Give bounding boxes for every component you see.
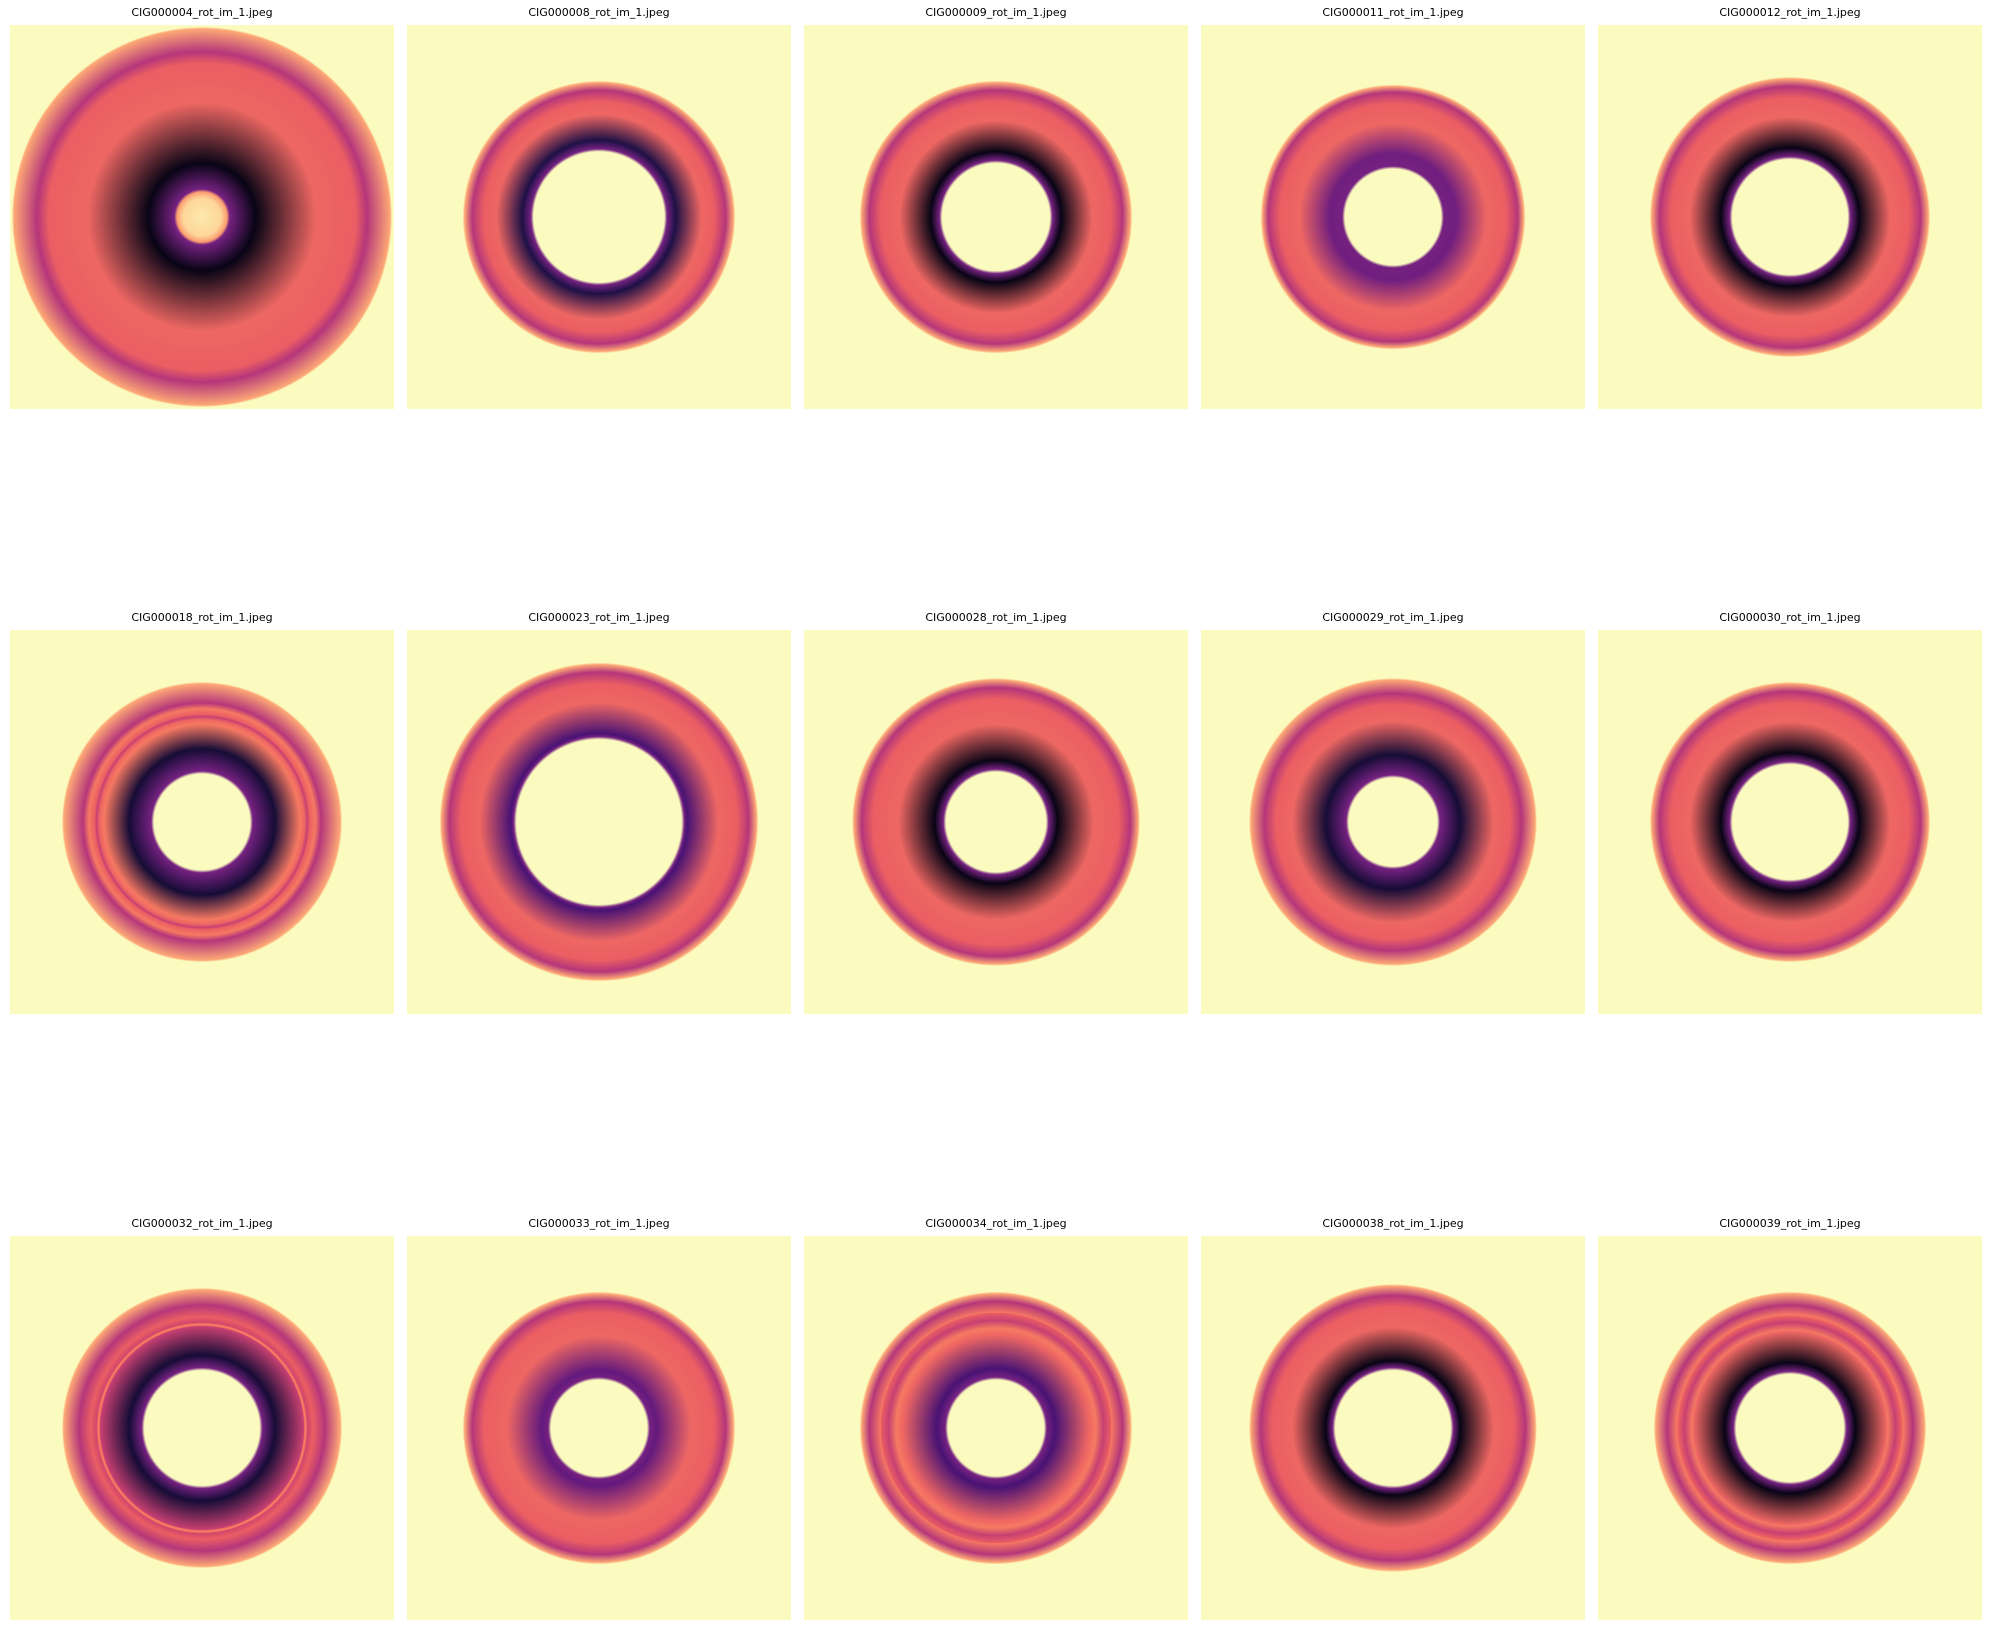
panel-title: CIG000008_rot_im_1.jpeg [528, 6, 670, 19]
ring-image [407, 1236, 791, 1620]
panel-title: CIG000004_rot_im_1.jpeg [131, 6, 273, 19]
panel-title: CIG000009_rot_im_1.jpeg [925, 6, 1067, 19]
ring-disc [407, 25, 791, 409]
ring-image [10, 25, 394, 409]
ring-image [10, 1236, 394, 1620]
ring-disc [10, 630, 394, 1014]
panel-title: CIG000011_rot_im_1.jpeg [1322, 6, 1464, 19]
panel-title: CIG000018_rot_im_1.jpeg [131, 611, 273, 624]
ring-disc [804, 630, 1188, 1014]
ring-image [1598, 630, 1982, 1014]
ring-disc [1201, 1236, 1585, 1620]
ring-image [1201, 630, 1585, 1014]
ring-disc [407, 1236, 791, 1620]
panel-title: CIG000039_rot_im_1.jpeg [1719, 1217, 1861, 1230]
panel-title: CIG000029_rot_im_1.jpeg [1322, 611, 1464, 624]
panel-title: CIG000028_rot_im_1.jpeg [925, 611, 1067, 624]
ring-image [1598, 25, 1982, 409]
panel-title: CIG000038_rot_im_1.jpeg [1322, 1217, 1464, 1230]
ring-disc [10, 1236, 394, 1620]
ring-image [804, 25, 1188, 409]
panel-title: CIG000033_rot_im_1.jpeg [528, 1217, 670, 1230]
ring-disc [1201, 25, 1585, 409]
ring-disc [1598, 1236, 1982, 1620]
panel-title: CIG000023_rot_im_1.jpeg [528, 611, 670, 624]
ring-disc [1598, 630, 1982, 1014]
ring-image [10, 630, 394, 1014]
ring-image [407, 25, 791, 409]
ring-image [804, 630, 1188, 1014]
image-grid: CIG000004_rot_im_1.jpeg CIG000008_rot_im_… [0, 0, 1990, 1628]
ring-disc [804, 1236, 1188, 1620]
ring-image [1598, 1236, 1982, 1620]
ring-disc [1598, 25, 1982, 409]
panel-title: CIG000034_rot_im_1.jpeg [925, 1217, 1067, 1230]
ring-image [1201, 1236, 1585, 1620]
ring-image [804, 1236, 1188, 1620]
panel-title: CIG000012_rot_im_1.jpeg [1719, 6, 1861, 19]
ring-image [407, 630, 791, 1014]
ring-disc [1201, 630, 1585, 1014]
ring-image [1201, 25, 1585, 409]
ring-disc [804, 25, 1188, 409]
panel-title: CIG000032_rot_im_1.jpeg [131, 1217, 273, 1230]
ring-disc [407, 630, 791, 1014]
ring-disc [10, 25, 394, 409]
panel-title: CIG000030_rot_im_1.jpeg [1719, 611, 1861, 624]
